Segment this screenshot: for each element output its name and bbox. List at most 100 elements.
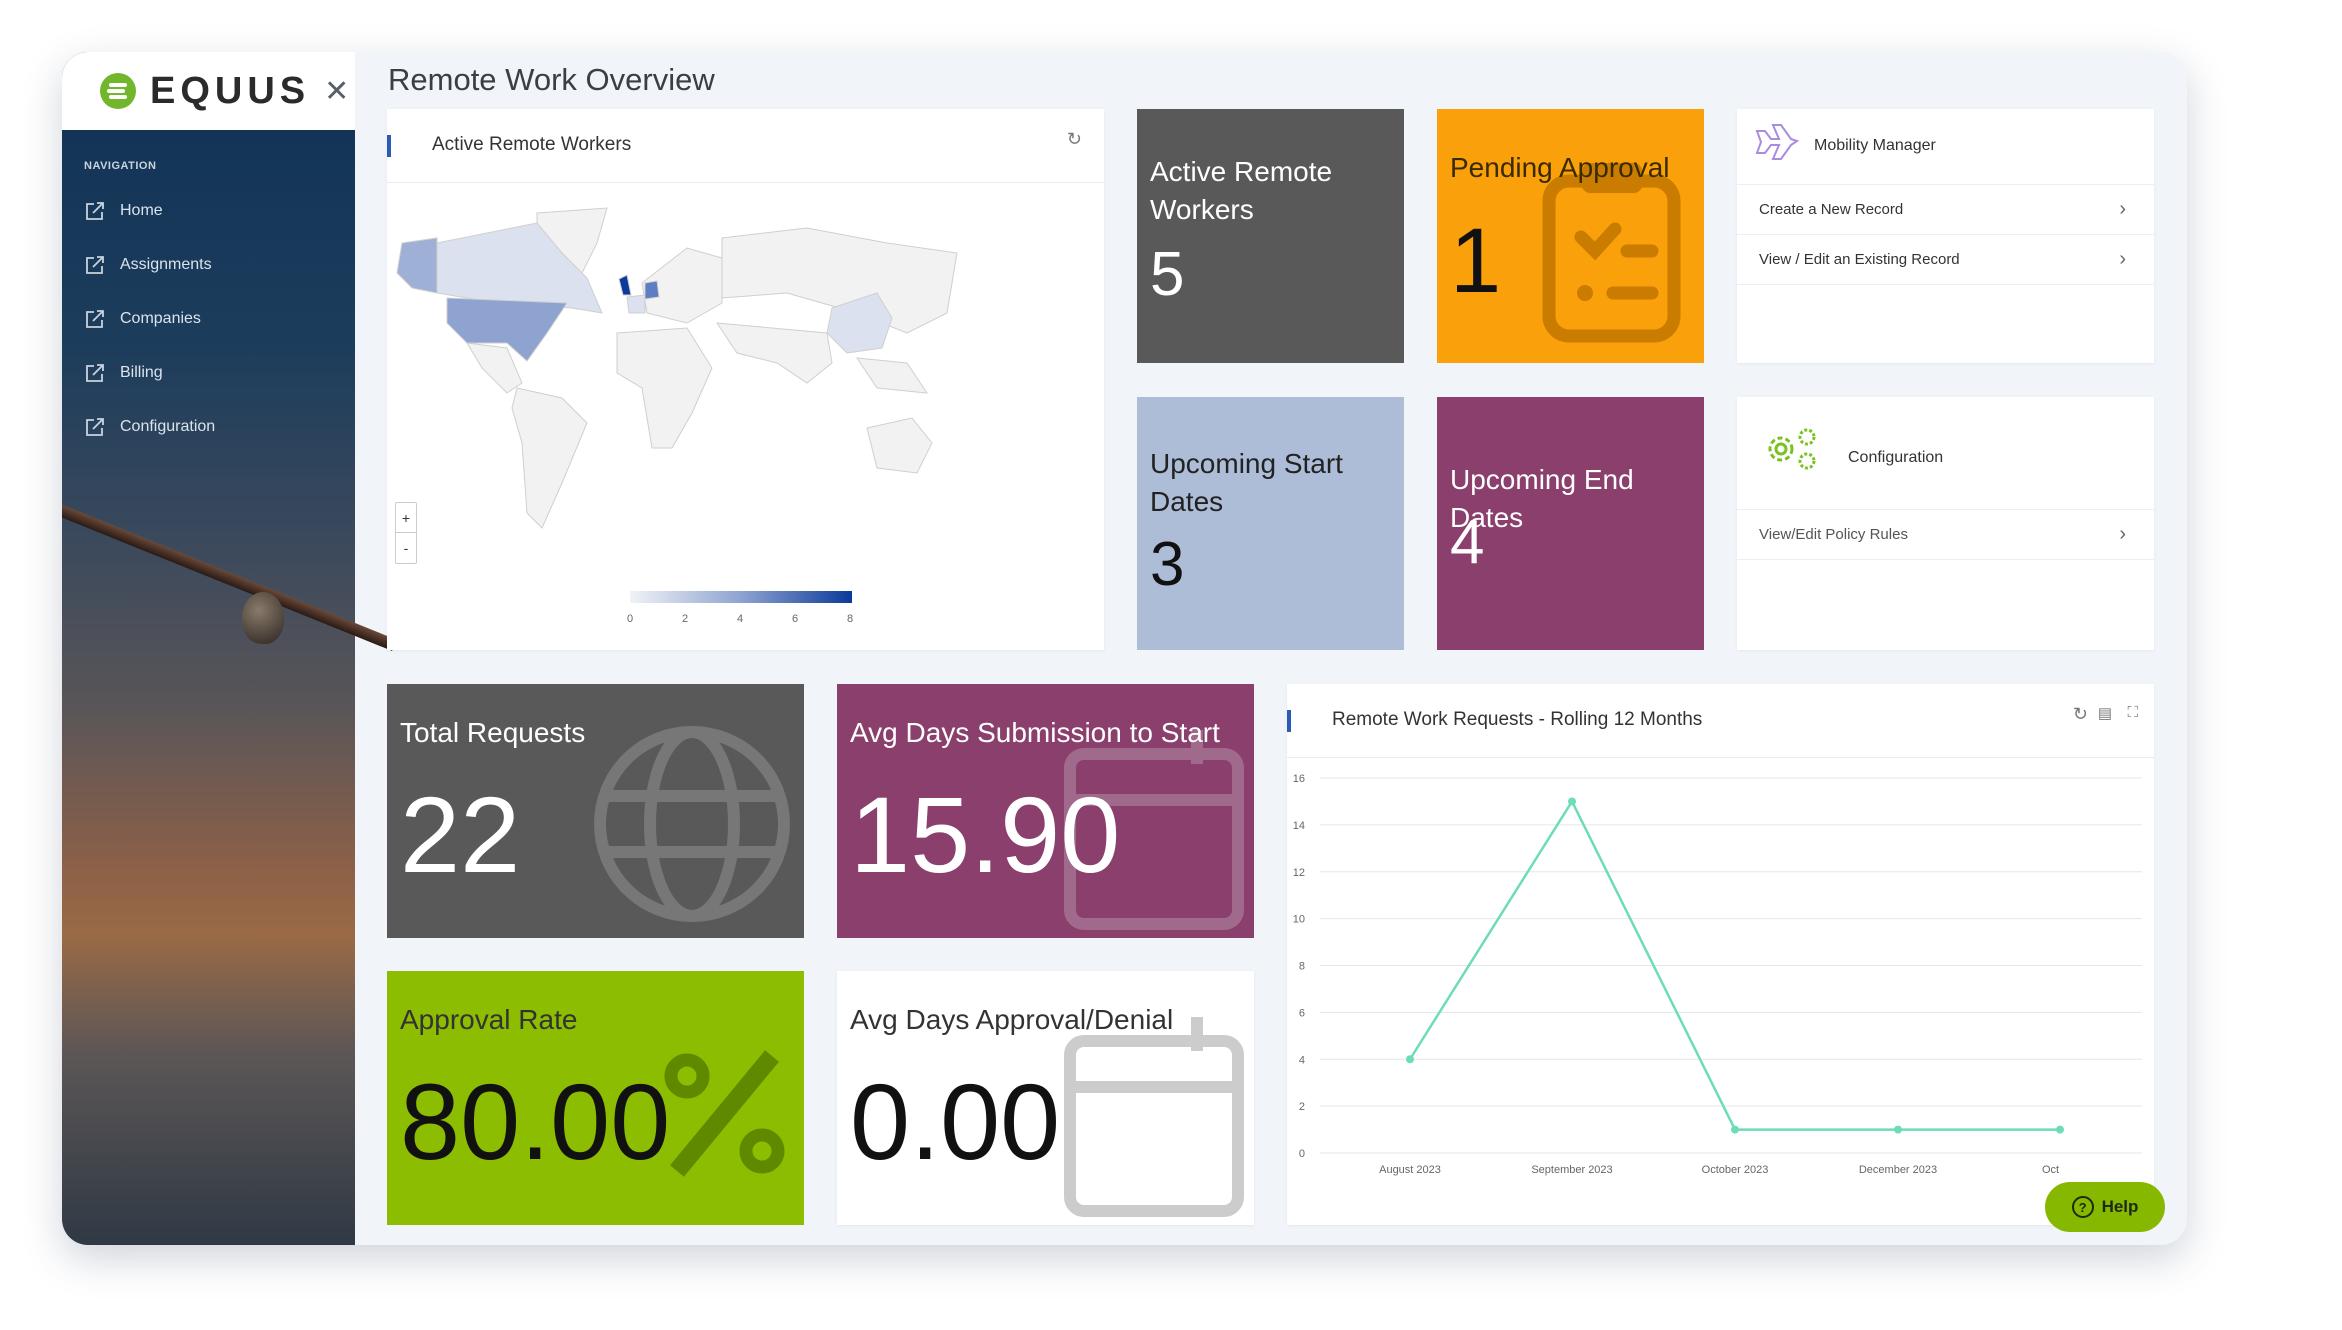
x-tick-label: October 2023 <box>1702 1164 1769 1176</box>
map-panel-title: Active Remote Workers <box>432 134 632 155</box>
y-tick-label: 14 <box>1293 820 1305 832</box>
external-link-icon <box>86 418 104 436</box>
world-map[interactable] <box>387 183 1104 650</box>
chevron-right-icon: › <box>2119 248 2126 270</box>
y-tick-label: 4 <box>1299 1054 1305 1066</box>
tile-value: 80.00 <box>400 1061 671 1182</box>
tile-label: Pending Approval <box>1450 152 1670 183</box>
tile-approval-rate[interactable]: Approval Rate 80.00 <box>387 971 804 1225</box>
sidebar-item-assignments[interactable]: Assignments <box>84 254 212 276</box>
refresh-icon[interactable]: ↻ <box>1067 129 1082 150</box>
tile-value: 1 <box>1450 210 1502 312</box>
close-sidebar-button[interactable]: ✕ <box>324 74 349 109</box>
legend-tick: 4 <box>737 613 744 625</box>
help-button[interactable]: ? Help <box>2045 1182 2165 1232</box>
legend-tick: 0 <box>627 613 634 625</box>
data-point <box>1406 1055 1414 1064</box>
tile-value: 0.00 <box>850 1061 1061 1182</box>
sidebar-item-label: Configuration <box>120 418 216 435</box>
external-link-icon <box>86 364 104 382</box>
map-panel: Active Remote Workers ↻ + - 0 2 4 6 8 <box>387 109 1104 650</box>
external-link-icon <box>86 310 104 328</box>
map-australia <box>866 417 933 474</box>
refresh-icon[interactable]: ↻ <box>2073 704 2088 725</box>
airplane-icon <box>1755 124 1799 160</box>
map-se-asia <box>855 357 929 394</box>
data-point <box>1568 797 1576 806</box>
x-tick-label: August 2023 <box>1379 1164 1441 1176</box>
map-uk <box>618 274 632 296</box>
y-tick-label: 0 <box>1299 1148 1305 1160</box>
nav-heading: NAVIGATION <box>84 160 157 172</box>
brand-name: EQUUS <box>150 69 311 112</box>
sidebar-item-billing[interactable]: Billing <box>84 362 163 384</box>
requests-chart-panel: Remote Work Requests - Rolling 12 Months… <box>1287 684 2154 1225</box>
y-tick-label: 16 <box>1293 773 1305 785</box>
map-south-america <box>511 387 588 529</box>
sidebar-item-companies[interactable]: Companies <box>84 308 201 330</box>
tile-upcoming-start[interactable]: Upcoming Start Dates 3 <box>1137 397 1404 650</box>
map-africa <box>616 327 713 449</box>
zoom-out-button[interactable]: - <box>396 533 416 563</box>
tile-pending-approval[interactable]: Pending Approval 1 <box>1437 109 1704 363</box>
legend-tick: 8 <box>847 613 854 625</box>
main-content: Remote Work Overview Active Remote Worke… <box>355 52 2187 1245</box>
tile-label: Upcoming Start Dates <box>1150 448 1343 517</box>
map-middle-east-india <box>716 322 833 384</box>
x-tick-label: September 2023 <box>1531 1164 1612 1176</box>
sidebar-item-home[interactable]: Home <box>84 200 163 222</box>
sidebar-item-label: Home <box>120 202 163 219</box>
tile-active-workers[interactable]: Active Remote Workers 5 <box>1137 109 1404 363</box>
chevron-right-icon: › <box>2119 198 2126 220</box>
tile-upcoming-end[interactable]: Upcoming End Dates 4 <box>1437 397 1704 650</box>
sidebar-item-configuration[interactable]: Configuration <box>84 416 215 438</box>
tile-value: 5 <box>1150 240 1185 309</box>
sidebar-item-label: Billing <box>120 364 163 381</box>
tile-value: 22 <box>400 774 521 895</box>
line-chart: 0 2 4 6 8 10 12 14 16 August 2023 September 2023 Oc… <box>1293 773 2142 1176</box>
fullscreen-icon[interactable]: ⛶ <box>2127 704 2138 721</box>
x-tick-label: December 2023 <box>1859 1164 1937 1176</box>
tile-total-requests[interactable]: Total Requests 22 <box>387 684 804 938</box>
configuration-title: Configuration <box>1848 449 1944 466</box>
data-point <box>1731 1125 1739 1134</box>
tile-label: Upcoming End Dates <box>1450 464 1634 533</box>
tile-label: Active Remote Workers <box>1150 156 1333 225</box>
tile-label: Total Requests <box>400 717 586 748</box>
equus-logo-icon <box>100 73 136 109</box>
map-legend-scale <box>630 591 852 603</box>
mobility-manager-title: Mobility Manager <box>1814 137 1936 154</box>
map-alaska <box>396 237 438 294</box>
mobility-manager-panel: Mobility Manager Create a New Record › Vie… <box>1737 109 2154 363</box>
chart-title: Remote Work Requests - Rolling 12 Months <box>1332 709 1703 730</box>
question-icon: ? <box>2071 1196 2094 1218</box>
percent-icon <box>664 1050 785 1177</box>
external-link-icon <box>86 256 104 274</box>
map-zoom-controls: + - <box>395 502 417 564</box>
data-point <box>2056 1125 2064 1134</box>
legend-tick: 6 <box>792 613 799 625</box>
y-tick-label: 6 <box>1299 1007 1305 1019</box>
tile-value: 15.90 <box>850 774 1121 895</box>
app-window: EQUUS ✕ NAVIGATION Home Assignments Compan… <box>62 52 2187 1245</box>
y-tick-label: 8 <box>1299 961 1305 973</box>
chevron-right-icon: › <box>2119 523 2126 545</box>
tile-avg-approval[interactable]: Avg Days Approval/Denial 0.00 <box>837 971 1254 1225</box>
background-pole <box>62 497 397 651</box>
y-tick-label: 12 <box>1293 867 1305 879</box>
zoom-in-button[interactable]: + <box>396 503 416 533</box>
link-1[interactable]: View / Edit an Existing Record › <box>1737 234 2154 284</box>
y-tick-label: 10 <box>1293 914 1305 926</box>
link-0[interactable]: Create a New Record › <box>1737 184 2154 234</box>
tile-label: Approval Rate <box>400 1004 578 1035</box>
tile-label: Avg Days Submission to Start <box>850 717 1220 748</box>
export-icon[interactable]: ▤ <box>2098 704 2112 722</box>
link-policy-rules[interactable]: View/Edit Policy Rules › <box>1737 509 2154 559</box>
external-link-icon <box>86 202 104 220</box>
map-central-america <box>466 342 523 394</box>
y-tick-label: 2 <box>1299 1101 1305 1113</box>
sidebar: EQUUS ✕ NAVIGATION Home Assignments Compan… <box>62 52 397 1245</box>
globe-icon <box>594 726 790 922</box>
calendar-icon <box>1064 1017 1244 1217</box>
tile-avg-submission[interactable]: Avg Days Submission to Start 15.90 <box>837 684 1254 938</box>
